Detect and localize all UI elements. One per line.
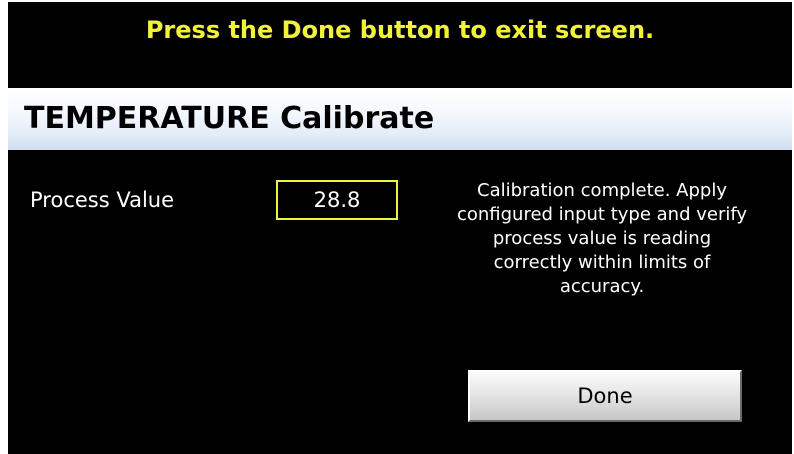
message-line: Calibration complete. Apply: [477, 180, 727, 201]
process-value-display: 28.8: [276, 180, 398, 220]
instruction-banner: Press the Done button to exit screen.: [8, 2, 792, 88]
done-button[interactable]: Done: [468, 370, 742, 422]
message-line: process value is reading: [492, 228, 712, 249]
calibration-message: Calibration complete. Apply configured i…: [420, 179, 784, 299]
page-title: TEMPERATURE Calibrate: [24, 101, 435, 136]
calibration-screen: Press the Done button to exit screen. TE…: [8, 2, 792, 454]
title-bar: TEMPERATURE Calibrate: [8, 88, 792, 150]
instruction-text: Press the Done button to exit screen.: [145, 16, 655, 44]
message-line: configured input type and verify: [456, 204, 748, 225]
process-value-label: Process Value: [30, 188, 175, 212]
message-line: correctly within limits of: [493, 252, 711, 273]
message-line: accuracy.: [559, 276, 645, 297]
